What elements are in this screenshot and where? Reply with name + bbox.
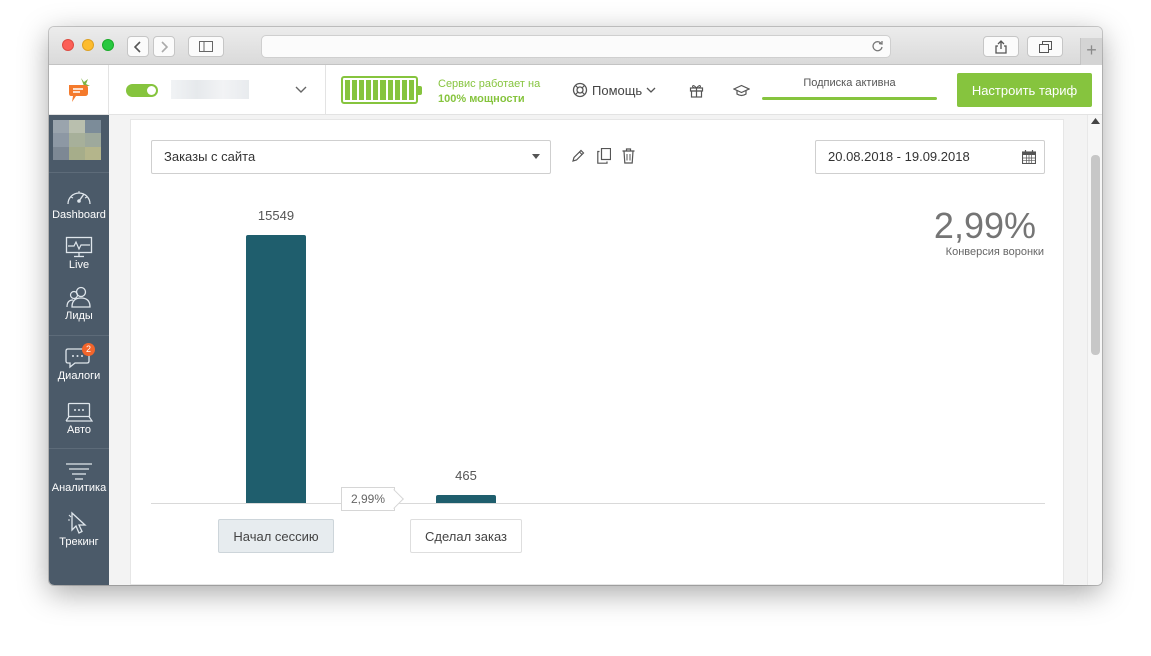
project-name[interactable] bbox=[171, 80, 249, 99]
zoom-window-button[interactable] bbox=[102, 39, 114, 51]
sidebar: Dashboard Live Лиды 2 Диалоги Авто Анали… bbox=[49, 115, 109, 585]
new-tab-button[interactable]: + bbox=[1080, 38, 1102, 65]
sidebar-item-leads[interactable]: Лиды bbox=[49, 286, 109, 322]
battery-icon bbox=[341, 76, 422, 104]
speedometer-icon bbox=[67, 191, 91, 205]
users-icon bbox=[66, 286, 91, 308]
funnel-panel: Заказы с сайта 20.08.2018 - 19.09.2018 2… bbox=[130, 119, 1064, 585]
chevron-down-icon[interactable] bbox=[295, 86, 307, 94]
service-status-line1: Сервис работает на bbox=[438, 78, 541, 90]
sidebar-item-label: Dashboard bbox=[52, 209, 106, 221]
funnel-chart: 2,99% 15549 Начал сессию 465 Сделал заказ bbox=[131, 120, 1065, 585]
sidebar-item-label: Диалоги bbox=[57, 370, 101, 382]
reload-icon[interactable] bbox=[871, 40, 884, 53]
help-label: Помощь bbox=[592, 82, 643, 98]
sidebar-item-analytics[interactable]: Аналитика bbox=[49, 461, 109, 494]
service-status-line2: 100% мощности bbox=[438, 93, 525, 105]
sidebar-item-dialogs[interactable]: 2 Диалоги bbox=[49, 343, 109, 382]
share-button[interactable] bbox=[983, 36, 1019, 57]
app-header: Сервис работает на 100% мощности Помощь … bbox=[49, 65, 1102, 115]
unread-badge: 2 bbox=[82, 343, 95, 356]
vertical-scrollbar[interactable] bbox=[1087, 115, 1102, 585]
forward-button[interactable] bbox=[153, 36, 175, 57]
sidebar-item-auto[interactable]: Авто bbox=[49, 402, 109, 436]
funnel-bar[interactable] bbox=[246, 235, 306, 503]
configure-tariff-button[interactable]: Настроить тариф bbox=[957, 73, 1092, 107]
chart-baseline bbox=[151, 503, 1045, 504]
back-button[interactable] bbox=[127, 36, 149, 57]
avatar[interactable] bbox=[53, 120, 101, 160]
project-status-toggle[interactable] bbox=[126, 84, 158, 97]
scroll-up-arrow-icon[interactable] bbox=[1091, 118, 1100, 124]
browser-window: + Сервис работает на 100% мощности Помощ… bbox=[49, 27, 1102, 585]
tabs-icon bbox=[1038, 40, 1052, 53]
bar-value-label: 465 bbox=[455, 468, 477, 483]
sidebar-item-label: Live bbox=[68, 259, 90, 271]
sidebar-item-live[interactable]: Live bbox=[49, 236, 109, 271]
step-conversion-tag: 2,99% bbox=[341, 487, 396, 511]
bar-value-label: 15549 bbox=[257, 208, 295, 223]
subscription-progress-bar bbox=[762, 97, 937, 100]
subscription-status: Подписка активна bbox=[803, 77, 896, 89]
sidebar-item-tracking[interactable]: Трекинг bbox=[49, 511, 109, 548]
sidebar-icon bbox=[199, 41, 213, 52]
chevron-left-icon bbox=[134, 40, 141, 53]
sidebar-item-label: Аналитика bbox=[51, 482, 107, 494]
funnel-stage-button[interactable]: Сделал заказ bbox=[410, 519, 522, 553]
sidebar-toggle-button[interactable] bbox=[188, 36, 224, 57]
carrot-logo-icon bbox=[68, 78, 90, 102]
main-content: Заказы с сайта 20.08.2018 - 19.09.2018 2… bbox=[109, 115, 1102, 585]
scrollbar-thumb[interactable] bbox=[1091, 155, 1100, 355]
cursor-icon bbox=[68, 511, 87, 534]
address-bar[interactable] bbox=[261, 35, 891, 58]
monitor-pulse-icon bbox=[65, 236, 93, 258]
share-icon bbox=[995, 39, 1007, 54]
header-divider bbox=[325, 65, 326, 115]
help-menu[interactable]: Помощь bbox=[572, 82, 656, 98]
browser-titlebar: + bbox=[49, 27, 1102, 65]
gift-icon[interactable] bbox=[689, 83, 704, 98]
sidebar-item-label: Авто bbox=[67, 424, 91, 436]
sidebar-item-label: Трекинг bbox=[59, 536, 99, 548]
lifebuoy-icon bbox=[572, 82, 588, 98]
minimize-window-button[interactable] bbox=[82, 39, 94, 51]
funnel-stage-button[interactable]: Начал сессию bbox=[218, 519, 334, 553]
funnel-bar[interactable] bbox=[436, 495, 496, 503]
chevron-down-icon bbox=[646, 87, 656, 93]
auto-message-icon bbox=[65, 402, 93, 422]
logo[interactable] bbox=[49, 65, 109, 115]
service-status: Сервис работает на 100% мощности bbox=[438, 77, 540, 107]
sidebar-item-dashboard[interactable]: Dashboard bbox=[49, 186, 109, 221]
sidebar-item-label: Лиды bbox=[65, 310, 93, 322]
tabs-overview-button[interactable] bbox=[1027, 36, 1063, 57]
close-window-button[interactable] bbox=[62, 39, 74, 51]
funnel-icon bbox=[66, 463, 92, 480]
chevron-right-icon bbox=[161, 40, 168, 53]
graduation-cap-icon[interactable] bbox=[733, 84, 750, 98]
